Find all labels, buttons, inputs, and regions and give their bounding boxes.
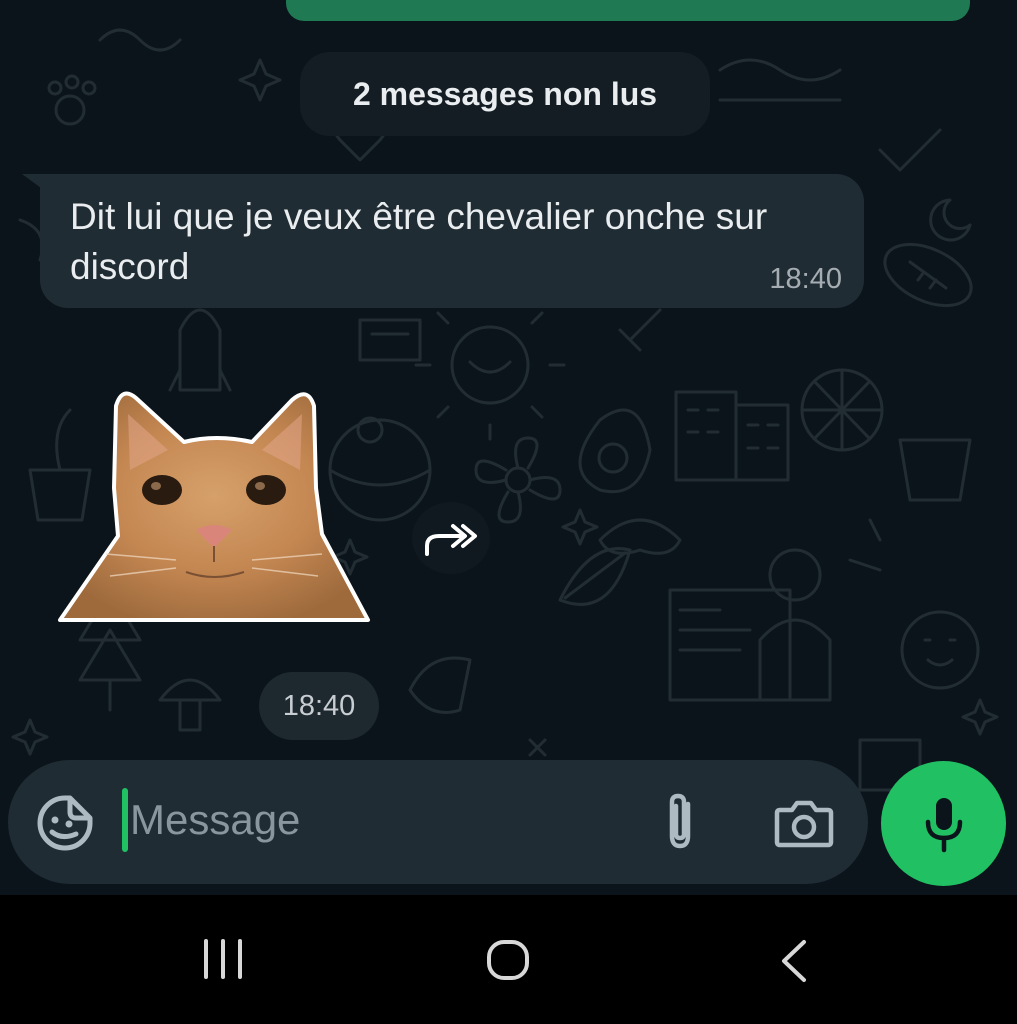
message-text: Dit lui que je veux être chevalier onche… — [70, 196, 768, 287]
camera-icon[interactable] — [774, 798, 834, 848]
previous-outgoing-bubble — [286, 0, 970, 21]
message-compose-bar — [8, 760, 868, 884]
unread-messages-banner: 2 messages non lus — [300, 52, 710, 136]
forward-button[interactable] — [412, 502, 490, 574]
message-timestamp: 18:40 — [769, 263, 842, 295]
back-icon[interactable] — [778, 939, 810, 983]
sticker-timestamp: 18:40 — [259, 672, 379, 740]
recents-icon[interactable] — [202, 939, 244, 979]
system-navigation-bar — [0, 895, 1017, 1024]
home-icon[interactable] — [486, 939, 530, 981]
paperclip-icon[interactable] — [658, 790, 702, 852]
sticker-time-label: 18:40 — [282, 689, 356, 722]
message-input[interactable] — [126, 788, 650, 852]
microphone-icon — [925, 797, 962, 852]
voice-message-button[interactable] — [881, 761, 1006, 886]
forward-icon — [425, 524, 477, 556]
unread-banner-label: 2 messages non lus — [352, 75, 658, 112]
cat-sticker[interactable] — [56, 384, 372, 628]
incoming-message-bubble[interactable]: Dit lui que je veux être chevalier onche… — [40, 174, 864, 308]
sticker-smiley-icon[interactable] — [36, 794, 94, 852]
